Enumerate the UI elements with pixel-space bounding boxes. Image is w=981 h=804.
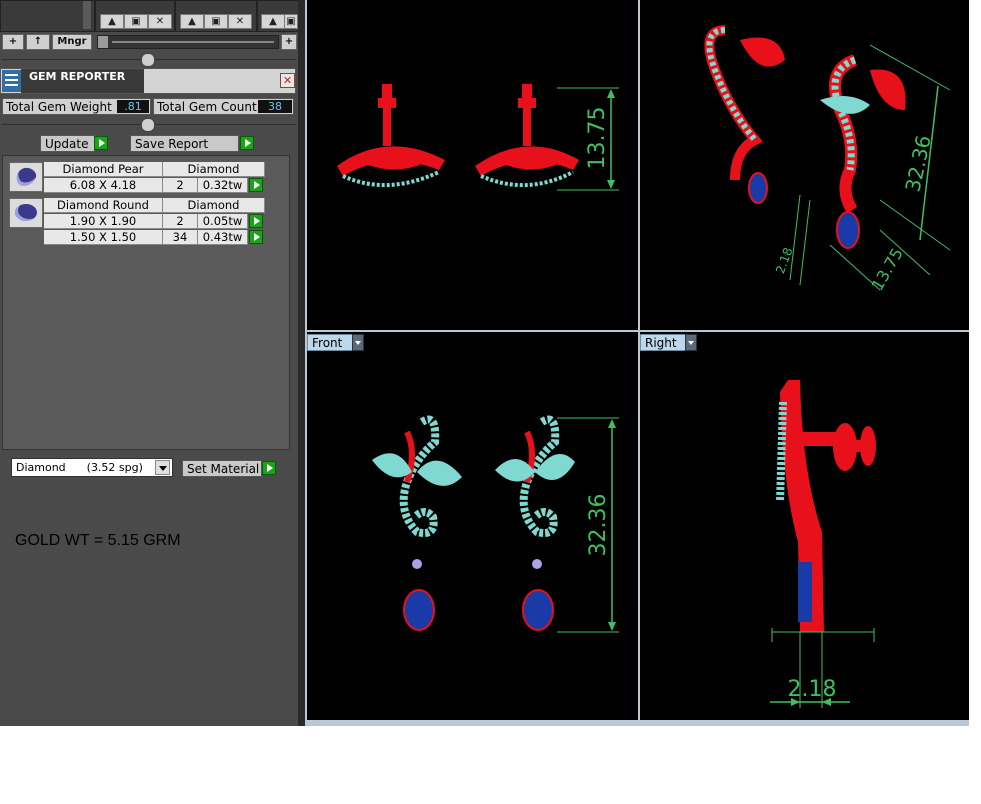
panel-divider[interactable]: [298, 0, 305, 726]
save-icon[interactable]: ▣: [124, 14, 148, 29]
gem-count: 2: [163, 178, 198, 193]
collapse-icon[interactable]: [141, 53, 155, 67]
toolbar-strip-mid2: ▲ ▣ ✕: [175, 0, 257, 32]
up-icon[interactable]: ▲: [261, 14, 285, 29]
dimension-label: 32.36: [586, 494, 611, 557]
up-icon[interactable]: ▲: [100, 14, 124, 29]
dimension-label: 2.18: [788, 677, 837, 702]
play-icon[interactable]: [249, 178, 263, 192]
round-gem-icon: [9, 198, 43, 228]
move-up-button[interactable]: ↑: [26, 34, 50, 50]
gem-size: 6.08 X 4.18: [44, 178, 163, 193]
slider-track[interactable]: [97, 35, 279, 49]
total-count-box: Total Gem Count 38: [153, 98, 294, 115]
gem-count: 2: [163, 214, 198, 229]
slider-handle[interactable]: [98, 36, 108, 48]
gem-weight: 0.43tw: [198, 230, 248, 245]
gem-weight: 0.32tw: [198, 178, 248, 193]
close-panel-icon[interactable]: ✕: [280, 73, 295, 88]
group-name: Diamond Pear: [44, 162, 163, 177]
close-icon[interactable]: ✕: [228, 14, 252, 29]
front-view-render: 32.36: [372, 415, 619, 633]
total-weight-value: .81: [117, 100, 149, 113]
left-panel: ▲ ▣ ✕ ▲ ▣ ✕ ▲ ▣ + ↑ Mngr + GEM REPORTER …: [0, 0, 300, 726]
add-button[interactable]: +: [2, 34, 24, 50]
dimension-label: 13.75: [585, 107, 610, 170]
collapse-icon[interactable]: [141, 118, 155, 132]
toolbar-strip-mid: ▲ ▣ ✕: [95, 0, 175, 32]
slider-line: [112, 41, 274, 43]
gem-report-table: Diamond Pear Diamond 6.08 X 4.18 2 0.32t…: [2, 155, 290, 450]
play-icon[interactable]: [249, 214, 263, 228]
add-right-button[interactable]: +: [281, 34, 297, 50]
toolbar-strip-left: [0, 0, 95, 32]
panel-title: GEM REPORTER: [29, 70, 126, 83]
gem-size: 1.50 X 1.50: [44, 230, 163, 245]
gem-size: 1.90 X 1.90: [44, 214, 163, 229]
gem-weight: 0.05tw: [198, 214, 248, 229]
gem-count: 34: [163, 230, 198, 245]
total-weight-box: Total Gem Weight .81: [2, 98, 151, 115]
right-view-render: 2.18: [770, 380, 876, 708]
gem-reporter-header: GEM REPORTER ✕: [0, 68, 296, 94]
material-select[interactable]: Diamond (3.52 spg): [11, 458, 173, 477]
viewport-area: 13.75 32.36 13.75 2.18 Front 32.36 Right…: [305, 0, 969, 726]
play-icon[interactable]: [240, 136, 254, 150]
play-icon[interactable]: [249, 230, 263, 244]
pear-gem-icon: [9, 162, 43, 192]
viewport-right[interactable]: Right 2.18: [640, 332, 969, 720]
report-icon: [2, 70, 21, 92]
dimension-label: 32.36: [900, 133, 935, 194]
save-icon[interactable]: ▣: [204, 14, 228, 29]
total-weight-label: Total Gem Weight: [6, 100, 112, 114]
group-material: Diamond: [163, 198, 265, 213]
group-material: Diamond: [163, 162, 265, 177]
dimension-label: 13.75: [868, 245, 907, 294]
group-name: Diamond Round: [44, 198, 163, 213]
manager-button[interactable]: Mngr: [52, 34, 92, 50]
set-material-button[interactable]: Set Material: [182, 460, 262, 477]
play-icon[interactable]: [262, 461, 276, 475]
up-icon[interactable]: ▲: [180, 14, 204, 29]
total-count-value: 38: [258, 100, 292, 113]
top-view-render: 13.75: [337, 84, 619, 191]
viewport-front[interactable]: Front 32.36: [307, 332, 638, 720]
scroll-arrow-icon[interactable]: [83, 1, 91, 29]
close-icon[interactable]: ✕: [148, 14, 172, 29]
material-select-value: Diamond (3.52 spg): [16, 461, 143, 474]
toolbar-strip-right: ▲ ▣: [257, 0, 300, 32]
save-report-button[interactable]: Save Report: [130, 135, 239, 152]
viewport-perspective[interactable]: 32.36 13.75 2.18: [640, 0, 969, 330]
perspective-render: 32.36 13.75 2.18: [704, 25, 951, 294]
viewport-top[interactable]: 13.75: [307, 0, 638, 330]
gold-weight-note: GOLD WT = 5.15 GRM: [15, 532, 181, 549]
chevron-down-icon[interactable]: [155, 460, 170, 475]
play-icon[interactable]: [94, 136, 108, 150]
total-count-label: Total Gem Count: [157, 100, 257, 114]
update-button[interactable]: Update: [40, 135, 95, 152]
save-icon[interactable]: ▣: [284, 14, 298, 29]
